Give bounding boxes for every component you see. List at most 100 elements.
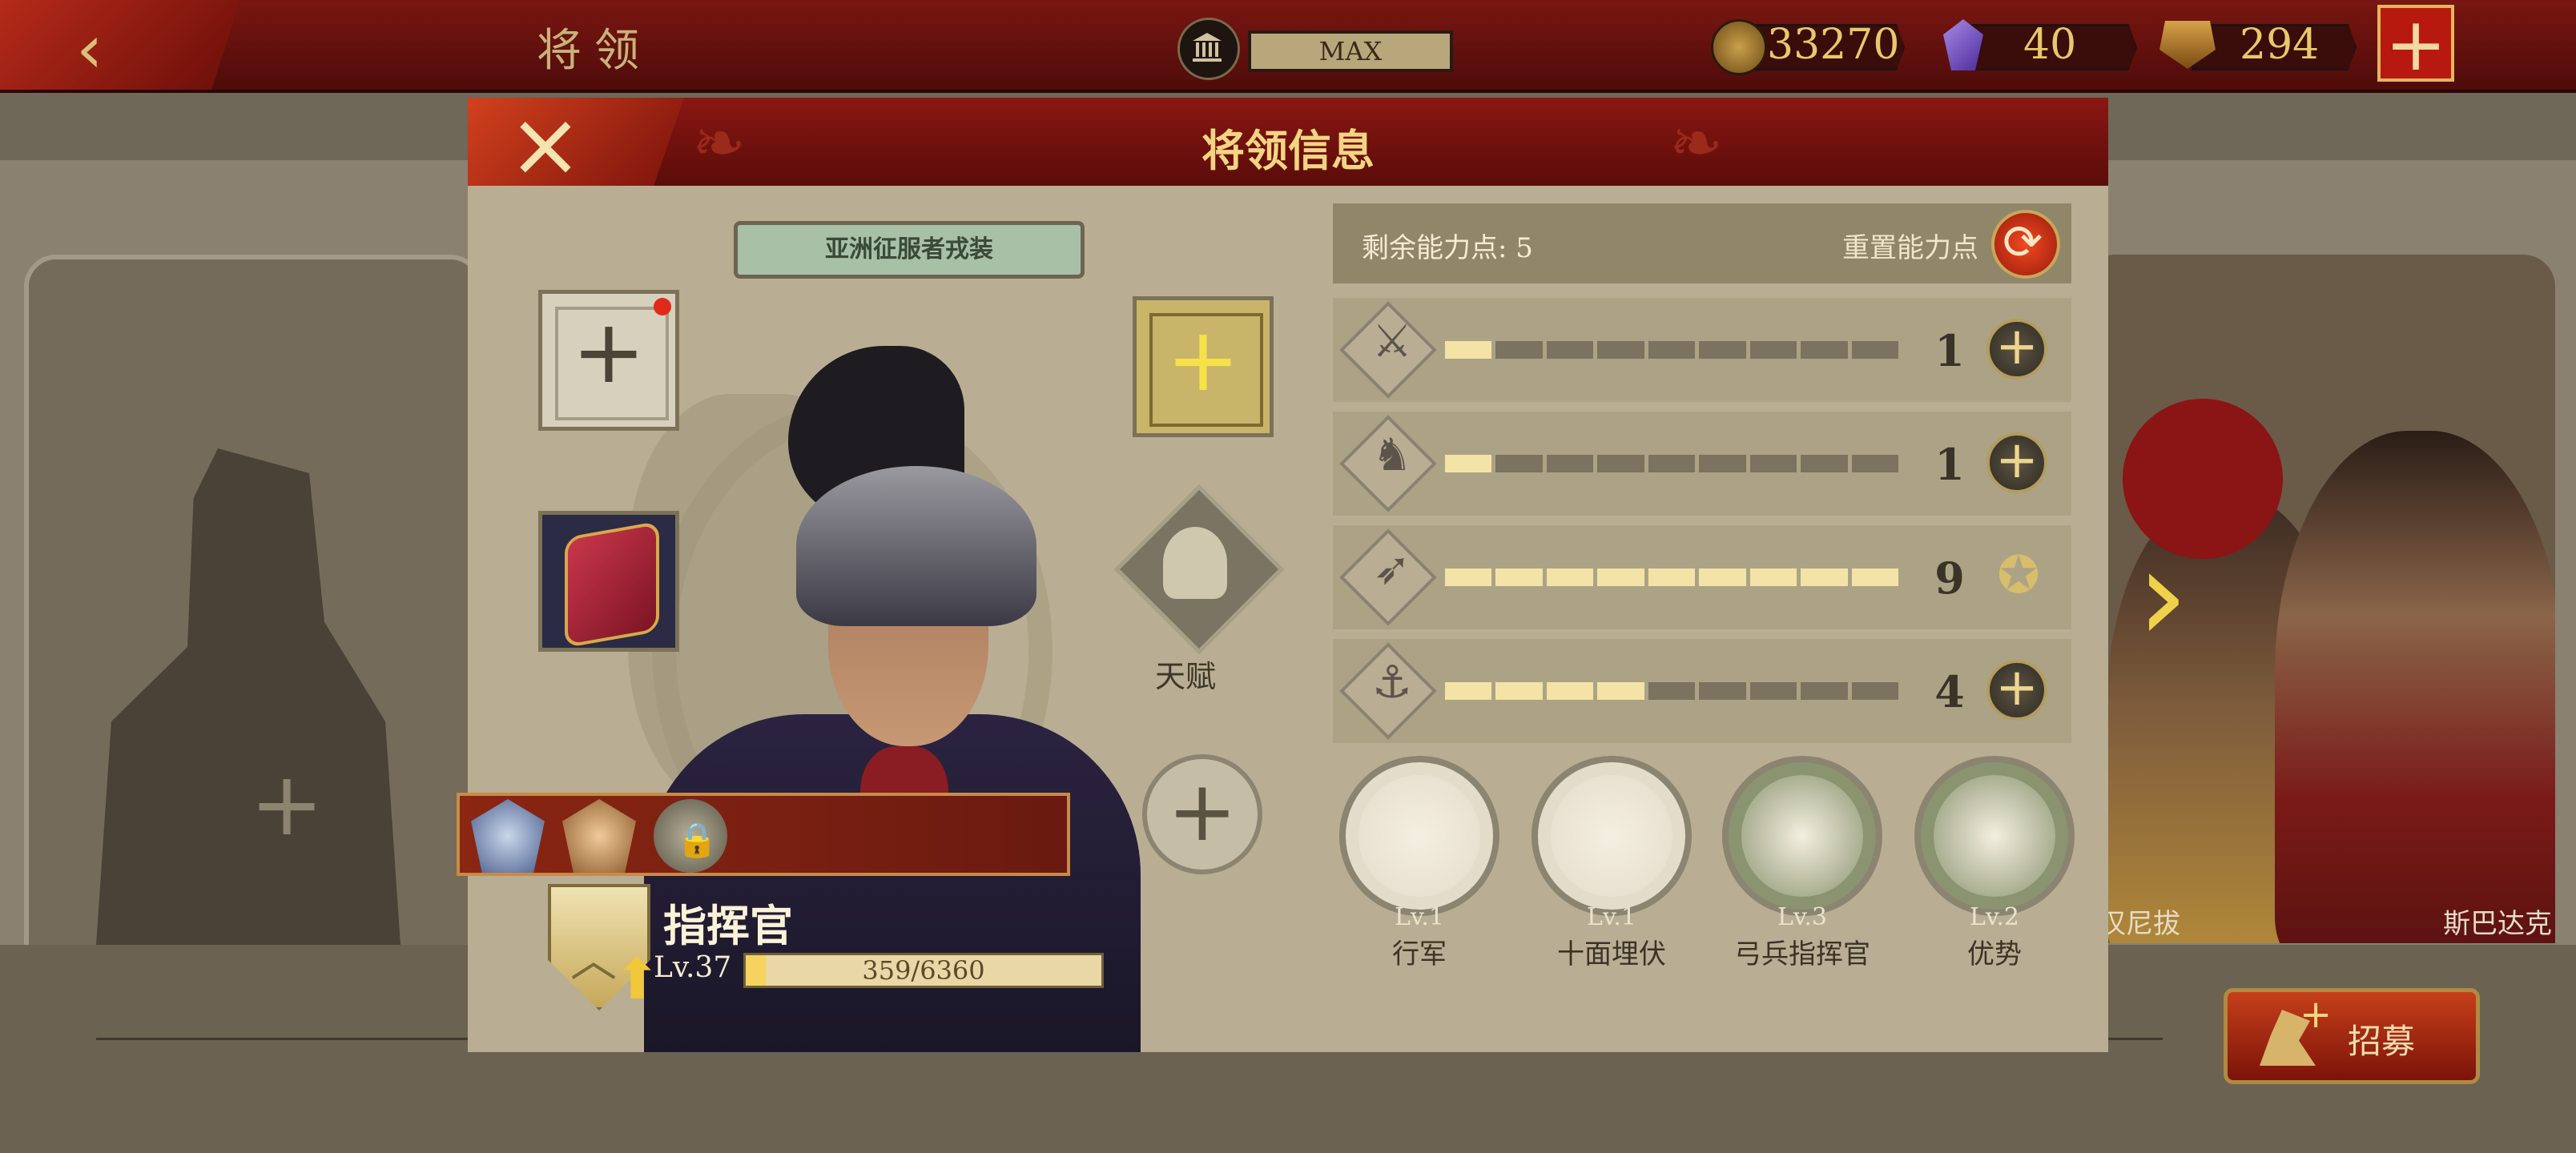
skill-icon[interactable] — [1722, 756, 1882, 916]
bow-icon: ➶ — [1373, 543, 1411, 595]
anchor-icon: ⚓ — [1371, 657, 1413, 709]
general-info-modal: ❧ ❧ 将领信息 × 亚洲征服者戎装 + + 天赋 + 🔒 ︿ ⬆ 指挥官 Lv… — [457, 98, 2108, 1052]
stat-segment — [1749, 682, 1797, 700]
horse-icon: ♞ — [1371, 429, 1413, 481]
add-slot-button[interactable]: + — [1142, 754, 1262, 874]
shield-icon — [565, 520, 659, 649]
stat-segment — [1851, 455, 1898, 472]
eagle-badge-icon[interactable] — [471, 799, 545, 873]
stat-segment — [1546, 455, 1594, 472]
stat-increase-button[interactable]: + — [1986, 317, 2047, 380]
temple-icon — [1177, 18, 1240, 80]
equip-slot-shield[interactable] — [538, 511, 679, 652]
lock-icon: 🔒 — [676, 820, 718, 859]
add-hero-icon[interactable]: + — [250, 753, 324, 855]
reset-points-button[interactable]: ⟳ — [1991, 210, 2060, 279]
stat-increase-button[interactable]: + — [1986, 431, 2047, 493]
next-arrow-icon[interactable]: › — [2137, 520, 2188, 670]
stat-segment — [1495, 682, 1543, 700]
coin-value: 33270 — [1767, 21, 1900, 69]
stat-progress-bar — [1445, 341, 1898, 359]
rank-name: 指挥官 — [663, 900, 793, 951]
spqr-value: 294 — [2240, 21, 2320, 69]
recruit-button[interactable]: + 招募 — [2224, 988, 2480, 1084]
stat-segment — [1648, 682, 1696, 700]
modal-title: 将领信息 — [1201, 125, 1375, 176]
skill-level: Lv.1 — [1395, 903, 1444, 931]
close-icon: × — [508, 93, 583, 197]
gem-value: 40 — [2023, 21, 2077, 69]
stat-segment — [1801, 568, 1848, 586]
stat-segment — [1597, 568, 1644, 586]
skill-icon[interactable] — [1914, 756, 2075, 916]
stat-progress-bar — [1445, 455, 1898, 472]
eagle-badge-icon[interactable] — [562, 799, 636, 873]
skill-level: Lv.1 — [1587, 903, 1636, 931]
stat-segment — [1546, 682, 1594, 700]
coin-counter: 33270 — [1711, 19, 1905, 75]
locked-badge-slot[interactable]: 🔒 — [654, 799, 727, 873]
stat-segment — [1801, 682, 1848, 700]
stat-value: 9 — [1934, 552, 1965, 604]
stat-row: ⚔ 1 + — [1333, 298, 2071, 402]
laurel-star-icon: ✪ — [1997, 546, 2040, 605]
skill-name: 行军 — [1392, 938, 1447, 970]
stat-segment — [1648, 568, 1696, 586]
stat-segment — [1445, 455, 1492, 472]
plus-icon: + — [1995, 317, 2039, 376]
plus-icon: + — [1165, 308, 1241, 411]
stat-segment — [1546, 568, 1594, 586]
stat-value: 4 — [1934, 666, 1965, 717]
stat-segment — [1801, 341, 1848, 359]
coin-icon — [1711, 19, 1767, 75]
plus-icon: + — [1167, 762, 1238, 860]
plus-icon: + — [1995, 431, 2039, 490]
skill-level: Lv.3 — [1777, 903, 1827, 931]
stat-segment — [1851, 568, 1898, 586]
skill-icon[interactable] — [1339, 756, 1499, 916]
stat-segment — [1495, 568, 1543, 586]
equip-slot-add[interactable]: + — [1133, 296, 1274, 437]
skill-icon[interactable] — [1532, 756, 1692, 916]
refresh-icon: ⟳ — [2002, 215, 2043, 271]
spqr-counter: 294 — [2159, 21, 2357, 70]
stat-segment — [1851, 341, 1898, 359]
stat-segment — [1495, 455, 1543, 472]
stat-segment — [1597, 455, 1644, 472]
stat-segment — [1699, 568, 1746, 586]
stat-segment — [1749, 455, 1797, 472]
add-currency-button[interactable]: + — [2377, 2, 2454, 87]
plus-icon: + — [1995, 658, 2039, 717]
stat-segment — [1445, 341, 1492, 359]
recruit-label: 招募 — [2348, 1022, 2416, 1061]
stat-segment — [1699, 682, 1746, 700]
badge-ribbon: 🔒 — [457, 793, 1070, 876]
stat-segment — [1546, 341, 1594, 359]
stat-segment — [1648, 341, 1696, 359]
xp-progress-bar: 359/6360 — [743, 953, 1104, 988]
stat-value: 1 — [1934, 325, 1965, 376]
skin-name-button[interactable]: 亚洲征服者戎装 — [734, 221, 1085, 279]
close-button[interactable]: × — [468, 98, 684, 186]
talent-label: 天赋 — [1155, 659, 1217, 694]
level-label: Lv.37 — [654, 951, 732, 984]
stat-segment — [1648, 455, 1696, 472]
skill-name: 弓兵指挥官 — [1734, 938, 1870, 970]
stat-segment — [1445, 568, 1492, 586]
back-button[interactable]: ‹ — [0, 0, 240, 90]
skill-level: Lv.2 — [1970, 903, 2019, 931]
stat-row: ⚓ 4 + — [1333, 639, 2071, 743]
stat-segment — [1851, 682, 1898, 700]
stat-max-emblem: ✪ — [1986, 546, 2051, 610]
plus-icon: + — [571, 300, 646, 403]
stat-progress-bar — [1445, 682, 1898, 700]
sword-icon: ⚔ — [1371, 315, 1413, 368]
stat-segment — [1495, 341, 1543, 359]
hero-portrait-spartacus[interactable] — [2275, 431, 2555, 943]
stat-increase-button[interactable]: + — [1986, 658, 2047, 721]
stat-segment — [1597, 682, 1644, 700]
reset-points-label: 重置能力点 — [1842, 232, 1978, 264]
stat-segment — [1699, 455, 1746, 472]
plus-icon: + — [2385, 2, 2447, 87]
ability-points-bar: 剩余能力点: 5 重置能力点 ⟳ — [1333, 203, 2071, 283]
